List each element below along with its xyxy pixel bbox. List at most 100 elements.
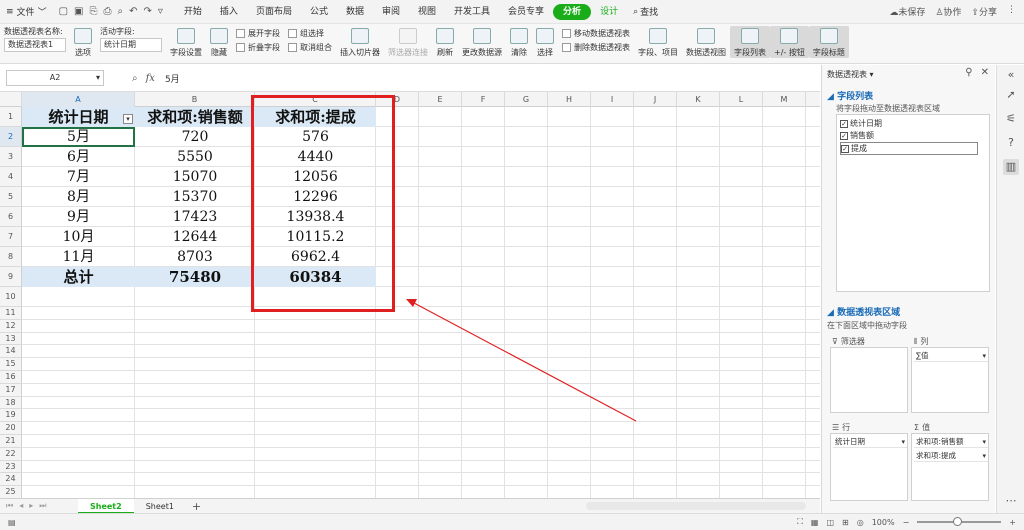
cell-area[interactable]: 统计日期 ▾ 求和项:销售额 求和项:提成 总计 75480 60384 5月 7… (22, 95, 820, 498)
insert-slicer-button[interactable]: 插入切片器 (336, 26, 384, 58)
field-item-commission[interactable]: ✓ 提成 (840, 142, 978, 155)
tab-home[interactable]: 开始 (175, 0, 211, 24)
select-all-corner[interactable] (0, 92, 22, 107)
data-cell-month[interactable]: 8月 (22, 187, 135, 207)
data-cell-commission[interactable]: 13938.4 (255, 207, 376, 227)
row-area[interactable]: 统计日期 ▾ (830, 433, 908, 501)
first-sheet-icon[interactable]: ⏮ (6, 501, 13, 511)
more-icon[interactable]: ⋯ (1003, 493, 1019, 509)
data-cell-month[interactable]: 7月 (22, 167, 135, 187)
row-header-2[interactable]: 2 (0, 127, 22, 147)
row-header-19[interactable]: 19 (0, 409, 22, 423)
tab-review[interactable]: 审阅 (373, 0, 409, 24)
pane-title[interactable]: 数据透视表 ▾ (827, 69, 874, 80)
pivot-name-input[interactable]: 数据透视表1 (4, 38, 66, 52)
active-field-input[interactable]: 统计日期 (100, 38, 162, 52)
close-icon[interactable]: ✕ (981, 67, 989, 78)
checkbox-checked-icon[interactable]: ✓ (840, 119, 848, 128)
data-cell-sales[interactable]: 8703 (135, 247, 255, 267)
last-sheet-icon[interactable]: ⏭ (39, 501, 46, 511)
data-cell-commission[interactable]: 4440 (255, 147, 376, 167)
tab-member[interactable]: 会员专享 (499, 0, 553, 24)
options-button[interactable]: 选项 (70, 26, 96, 58)
print-icon[interactable]: ⎙ (103, 6, 111, 17)
sheet-tab-sheet2[interactable]: Sheet2 (78, 498, 134, 514)
row-header-10[interactable]: 10 (0, 287, 22, 307)
customize-icon[interactable]: ▿ (158, 6, 163, 17)
row-header-14[interactable]: 14 (0, 345, 22, 359)
zoom-slider[interactable] (917, 517, 1002, 526)
field-settings-button[interactable]: 字段设置 (166, 26, 206, 58)
add-sheet-button[interactable]: + (186, 500, 207, 513)
pivot-panel-icon[interactable]: ▥ (1003, 159, 1019, 175)
zoom-level[interactable]: 100% (872, 518, 895, 527)
preview-icon[interactable]: ⌕ (117, 6, 123, 17)
tab-formulas[interactable]: 公式 (301, 0, 337, 24)
name-box[interactable]: A2 ▾ (6, 70, 104, 86)
column-header-k[interactable]: K (677, 92, 720, 107)
column-header-e[interactable]: E (419, 92, 462, 107)
field-list-title[interactable]: ◢ 字段列表 (827, 89, 873, 102)
value-item-sales[interactable]: 求和项:销售额 ▾ (914, 436, 988, 448)
data-cell-commission[interactable]: 12296 (255, 187, 376, 207)
data-cell-month[interactable]: 5月 (22, 127, 135, 147)
row-header-20[interactable]: 20 (0, 422, 22, 435)
save-icon[interactable]: ▣ (74, 6, 83, 17)
fullscreen-icon[interactable]: ⛶ (797, 517, 803, 527)
file-menu[interactable]: ≡ 文件 ﹀ (0, 5, 53, 19)
row-header-13[interactable]: 13 (0, 332, 22, 346)
value-area[interactable]: 求和项:销售额 ▾ 求和项:提成 ▾ (911, 433, 989, 501)
column-header-m[interactable]: M (763, 92, 806, 107)
export-icon[interactable]: ⎘ (89, 6, 97, 17)
collab-button[interactable]: ♙协作 (935, 5, 961, 18)
row-header-24[interactable]: 24 (0, 473, 22, 487)
zoom-in-icon[interactable]: + (1009, 518, 1016, 527)
macro-icon[interactable]: ▤ (0, 518, 16, 527)
column-header-j[interactable]: J (634, 92, 677, 107)
row-header-12[interactable]: 12 (0, 319, 22, 333)
data-cell-sales[interactable]: 15370 (135, 187, 255, 207)
horizontal-scrollbar[interactable] (586, 502, 806, 510)
fx-button[interactable]: fx (146, 73, 155, 84)
expand-pane-icon[interactable]: « (1003, 67, 1019, 83)
column-item-values[interactable]: ∑值 ▾ (914, 350, 988, 362)
tab-page-layout[interactable]: 页面布局 (247, 0, 301, 24)
page-break-icon[interactable]: ⊞ (842, 518, 849, 527)
data-cell-month[interactable]: 6月 (22, 147, 135, 167)
field-item-sales[interactable]: ✓ 销售额 (840, 130, 874, 141)
pivot-chart-button[interactable]: 数据透视图 (682, 26, 730, 58)
hide-button[interactable]: 隐藏 (206, 26, 232, 58)
row-header-9[interactable]: 9 (0, 267, 22, 287)
pin-icon[interactable]: ⚲ (965, 67, 972, 78)
cursor-icon[interactable]: ➚ (1003, 87, 1019, 103)
tab-view[interactable]: 视图 (409, 0, 445, 24)
row-header-23[interactable]: 23 (0, 460, 22, 474)
data-cell-commission[interactable]: 10115.2 (255, 227, 376, 247)
share-button[interactable]: ⇪分享 (971, 5, 997, 18)
pivot-area-title[interactable]: ◢ 数据透视表区域 (827, 305, 900, 318)
collapse-field-button[interactable]: 折叠字段 (236, 42, 280, 53)
group-selection-button[interactable]: 组选择 (288, 28, 332, 39)
row-header-4[interactable]: 4 (0, 167, 22, 187)
row-header-3[interactable]: 3 (0, 147, 22, 167)
column-header-l[interactable]: L (720, 92, 763, 107)
refresh-button[interactable]: 刷新 (432, 26, 458, 58)
clear-button[interactable]: 清除 (506, 26, 532, 58)
column-area[interactable]: ∑值 ▾ (911, 347, 989, 413)
plus-minus-button[interactable]: +/- 按钮 (770, 26, 809, 58)
row-header-1[interactable]: 1 (0, 107, 22, 127)
column-header-b[interactable]: B (135, 92, 255, 107)
tab-developer[interactable]: 开发工具 (445, 0, 499, 24)
value-item-commission[interactable]: 求和项:提成 ▾ (914, 450, 988, 462)
prev-sheet-icon[interactable]: ◂ (19, 501, 23, 511)
zoom-slider-knob[interactable] (953, 517, 963, 526)
data-cell-month[interactable]: 10月 (22, 227, 135, 247)
row-header-16[interactable]: 16 (0, 371, 22, 384)
tab-data[interactable]: 数据 (337, 0, 373, 24)
fields-items-button[interactable]: 字段、项目 (634, 26, 682, 58)
new-icon[interactable]: ▢ (59, 6, 68, 17)
page-view-icon[interactable]: ◫ (826, 518, 834, 527)
select-button[interactable]: 选择 (532, 26, 558, 58)
data-cell-sales[interactable]: 12644 (135, 227, 255, 247)
row-item-date[interactable]: 统计日期 ▾ (833, 436, 907, 448)
